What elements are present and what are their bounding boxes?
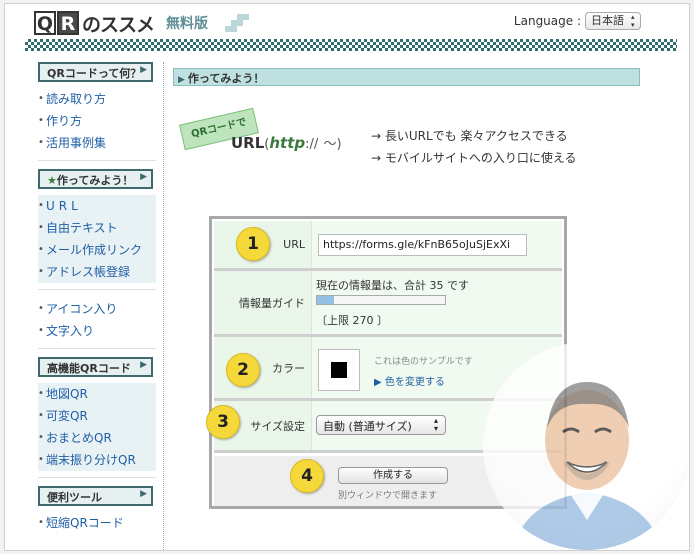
url-heading-http: http: [269, 134, 306, 152]
sidebar-section-advanced-qr[interactable]: 高機能QRコード ▶: [38, 357, 153, 377]
benefit-list: → 長いURLでも 楽々アクセスできる → モバイルサイトへの入り口に使える: [371, 127, 577, 171]
sidebar-item-address-book[interactable]: アドレス帳登録: [38, 261, 156, 283]
benefit-item: → モバイルサイトへの入り口に使える: [371, 151, 577, 165]
mascot-illustration: [513, 382, 661, 550]
sidebar-section-title: QRコードって何？: [47, 67, 142, 80]
sidebar-section-lets-make[interactable]: ★作ってみよう！ ▶: [38, 169, 153, 189]
sidebar: QRコードって何？ ▶ 読み取り方 作り方 活用事例集 ★作ってみよう！ ▶ U…: [32, 62, 157, 534]
gauge-bar: [316, 295, 446, 305]
sidebar-list-tools: 短縮QRコード: [38, 512, 156, 534]
sidebar-item-device-qr[interactable]: 端末振り分けQR: [38, 449, 156, 471]
url-heading: URL(http:// 〜): [231, 133, 342, 152]
main-section-title: 作ってみよう！: [187, 72, 265, 85]
color-swatch[interactable]: [318, 349, 360, 391]
size-select-value: 自動 (普通サイズ): [323, 420, 412, 433]
sidebar-item-how-to-make[interactable]: 作り方: [38, 110, 156, 132]
sidebar-item-with-text[interactable]: 文字入り: [38, 320, 156, 342]
main-section-header: ▶ 作ってみよう！: [173, 68, 640, 86]
mascot-avatar: [483, 342, 689, 550]
sidebar-section-title: 作ってみよう！: [56, 174, 134, 187]
url-heading-colon: ://: [305, 137, 319, 152]
color-sample: [331, 362, 347, 378]
sidebar-item-with-icon[interactable]: アイコン入り: [38, 298, 156, 320]
logo-free-label: 無料版: [166, 16, 209, 32]
gauge-label: 情報量ガイド: [214, 271, 311, 334]
site-logo[interactable]: Q R のススメ 無料版: [34, 11, 209, 36]
step-3-badge: 3: [206, 405, 240, 439]
select-arrows-icon: ▴▾: [434, 416, 439, 433]
gauge-text: 現在の情報量は、合計 35 です: [316, 279, 469, 292]
sidebar-item-free-text[interactable]: 自由テキスト: [38, 217, 156, 239]
sidebar-item-url[interactable]: URL: [38, 195, 156, 217]
sidebar-item-mail-link[interactable]: メール作成リンク: [38, 239, 156, 261]
star-icon: ★: [47, 174, 57, 187]
logo-steps-icon: [225, 12, 249, 32]
logo-r: R: [57, 11, 79, 35]
chevron-right-icon: ▶: [140, 360, 147, 370]
site-header: Q R のススメ 無料版 Language : 日本語: [5, 4, 689, 51]
sidebar-divider-line: [38, 289, 156, 290]
sidebar-list-decorated: アイコン入り 文字入り: [38, 298, 156, 342]
sidebar-section-tools[interactable]: 便利ツール ▶: [38, 486, 153, 506]
sidebar-divider-line: [38, 160, 156, 161]
sidebar-list-lets-make: URL 自由テキスト メール作成リンク アドレス帳登録: [38, 195, 156, 283]
chevron-right-icon: ▶: [140, 489, 147, 499]
step-4-badge: 4: [290, 459, 324, 493]
sidebar-divider: [163, 62, 164, 550]
sidebar-section-title: 高機能QRコード: [47, 362, 131, 375]
logo-text: のススメ: [82, 13, 155, 36]
sidebar-item-use-cases[interactable]: 活用事例集: [38, 132, 156, 154]
logo-q: Q: [34, 11, 56, 35]
url-heading-word: URL: [231, 134, 265, 152]
gauge-fill: [317, 296, 334, 304]
sidebar-item-bundle-qr[interactable]: おまとめQR: [38, 427, 156, 449]
url-input[interactable]: https://forms.gle/kFnB65oJuSjExXi: [318, 234, 527, 256]
checker-divider: [25, 39, 677, 51]
benefit-item: → 長いURLでも 楽々アクセスできる: [371, 129, 568, 143]
gauge-row: 情報量ガイド 現在の情報量は、合計 35 です 〔上限 270 〕: [214, 271, 562, 337]
step-1-badge: 1: [236, 227, 270, 261]
sidebar-section-title: 便利ツール: [47, 491, 102, 504]
color-sample-text: これは色のサンプルです: [374, 357, 473, 367]
sidebar-divider-line: [38, 477, 156, 478]
create-button[interactable]: 作成する: [338, 467, 448, 484]
triangle-right-icon: ▶: [178, 75, 185, 85]
chevron-right-icon: ▶: [140, 172, 147, 182]
change-color-link[interactable]: ▶ 色を変更する: [374, 373, 445, 388]
page-frame: Q R のススメ 無料版 Language : 日本語 QRコードって何？ ▶ …: [4, 3, 690, 551]
gauge-limit: 〔上限 270 〕: [316, 314, 388, 327]
sidebar-item-short-qr[interactable]: 短縮QRコード: [38, 512, 156, 534]
url-heading-tilde: 〜): [323, 137, 342, 152]
sidebar-item-map-qr[interactable]: 地図QR: [38, 383, 156, 405]
gauge-value-cell: 現在の情報量は、合計 35 です 〔上限 270 〕: [311, 271, 562, 334]
sidebar-list-advanced-qr: 地図QR 可変QR おまとめQR 端末振り分けQR: [38, 383, 156, 471]
chevron-right-icon: ▶: [140, 65, 147, 75]
language-selector: Language : 日本語: [514, 12, 641, 30]
sidebar-item-variable-qr[interactable]: 可変QR: [38, 405, 156, 427]
sidebar-list-what-is-qr: 読み取り方 作り方 活用事例集: [38, 88, 156, 154]
language-select[interactable]: 日本語: [585, 12, 641, 30]
sidebar-section-what-is-qr[interactable]: QRコードって何？ ▶: [38, 62, 153, 82]
sidebar-divider-line: [38, 348, 156, 349]
create-note: 別ウィンドウで開きます: [338, 491, 438, 501]
size-select[interactable]: 自動 (普通サイズ) ▴▾: [316, 415, 446, 435]
sidebar-item-how-to-read[interactable]: 読み取り方: [38, 88, 156, 110]
language-label: Language :: [513, 14, 581, 28]
url-value-cell: https://forms.gle/kFnB65oJuSjExXi: [311, 221, 562, 268]
step-2-badge: 2: [226, 353, 260, 387]
